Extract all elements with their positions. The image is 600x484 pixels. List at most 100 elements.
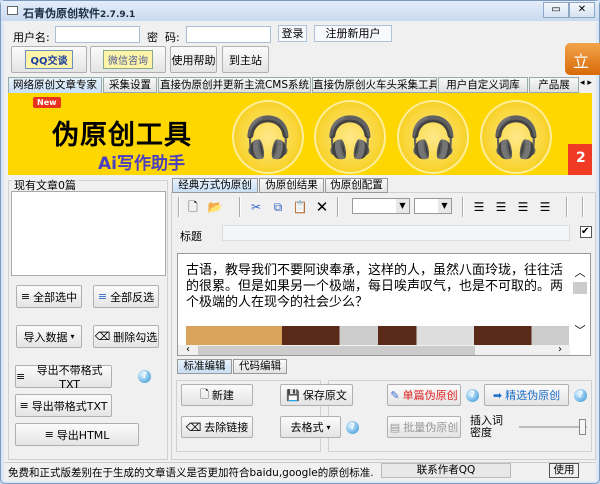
new-badge: New	[33, 97, 61, 108]
pen-icon: ✎	[390, 388, 400, 402]
copy-icon[interactable]: ⧉	[270, 199, 286, 215]
select-all-label: 全部选中	[33, 290, 78, 304]
remove-links-label: 去除链接	[204, 421, 249, 434]
tab-custom-dict[interactable]: 用户自定义词库	[438, 77, 528, 93]
tab-code-edit[interactable]: 代码编辑	[233, 359, 287, 374]
select-all-button[interactable]: ≡ 全部选中	[16, 285, 82, 308]
dropdown-arrow-icon: ▾	[70, 332, 75, 341]
align-left-icon[interactable]: ☰	[493, 199, 509, 215]
qq-chat-button[interactable]: QQ交谈	[11, 46, 87, 73]
scroll-thumb[interactable]	[573, 282, 587, 294]
scroll-down-icon[interactable]: ﹀	[569, 322, 590, 338]
scroll-left-icon[interactable]: ‹	[186, 344, 190, 355]
paste-icon[interactable]: 📋	[292, 199, 308, 215]
article-list[interactable]	[11, 191, 166, 276]
title-input[interactable]	[222, 225, 570, 241]
invert-icon: ≡	[97, 290, 108, 303]
selected-rewrite-button[interactable]: ➡ 精选伪原创	[484, 384, 569, 406]
register-button[interactable]: 注册新用户	[314, 25, 392, 42]
password-input[interactable]	[186, 26, 271, 43]
headphones-icon: 🎧	[480, 100, 552, 174]
single-rewrite-button[interactable]: ✎ 单篇伪原创	[387, 384, 461, 406]
promo-button[interactable]: 立	[565, 43, 600, 75]
username-input[interactable]	[55, 26, 140, 43]
save-label: 保存原文	[302, 389, 347, 402]
slider-thumb[interactable]	[579, 419, 586, 435]
align-right-icon[interactable]: ☰	[537, 199, 553, 215]
banner-ad[interactable]: New 伪原创工具 Ai写作助手 🎧 🎧 🎧 🎧 2	[8, 93, 592, 175]
tab-collect-settings[interactable]: 采集设置	[103, 77, 157, 93]
open-folder-icon[interactable]: 📂	[207, 199, 223, 215]
tab-locomotive[interactable]: 直接伪原创火车头采集工具	[312, 77, 437, 93]
title-checkbox[interactable]: ✔	[580, 226, 592, 238]
eraser-icon: ⌫	[185, 420, 202, 434]
system-menu-icon[interactable]	[7, 6, 18, 15]
version: 2.7.9.1	[100, 10, 136, 20]
tab-scroll-arrows-icon[interactable]: ◂ ▸	[580, 78, 592, 88]
import-data-button[interactable]: 导入数据 ▾	[16, 325, 82, 348]
export-icon: ≡	[19, 399, 29, 412]
export-fmt-label: 导出带格式TXT	[31, 399, 108, 413]
status-message: 免费和正式版差别在于生成的文章语义是否更加符合baidu,google的原创标准…	[8, 467, 374, 479]
chevron-down-icon: ▼	[438, 199, 451, 213]
remove-format-label: 去格式	[290, 421, 324, 434]
close-button[interactable]: ✕	[569, 2, 595, 18]
tab-cms[interactable]: 直接伪原创并更新主流CMS系统	[158, 77, 311, 93]
invert-label: 全部反选	[110, 290, 155, 304]
help-tip-icon[interactable]: ?	[574, 389, 587, 402]
remove-format-button[interactable]: 去格式 ▾	[280, 416, 341, 438]
help-tip-icon[interactable]: ?	[466, 389, 479, 402]
window-title: 石青伪原创软件2.7.9.1	[23, 5, 135, 21]
save-original-button[interactable]: 💾 保存原文	[280, 384, 353, 406]
vertical-scrollbar[interactable]: ︿ ﹀	[569, 254, 590, 347]
chevron-down-icon: ▼	[396, 199, 409, 213]
align-center-icon[interactable]: ☰	[515, 199, 531, 215]
tab-classic[interactable]: 经典方式伪原创	[172, 178, 258, 193]
cut-icon[interactable]: ✂	[248, 199, 264, 215]
app-name: 石青伪原创软件	[23, 7, 100, 20]
batch-label: 批量伪原创	[403, 421, 459, 434]
scroll-right-icon[interactable]: ›	[558, 344, 562, 355]
tab-config[interactable]: 伪原创配置	[325, 178, 388, 193]
export-html-button[interactable]: ≡ 导出HTML	[15, 423, 139, 446]
rich-editor[interactable]: 古语，教导我们不要阿谀奉承，这样的人，虽然八面玲珑，往往活的很累。但是如果另一个…	[177, 253, 591, 356]
wechat-button[interactable]: 微信咨询	[90, 46, 166, 73]
arrow-right-icon: ➡	[492, 388, 503, 402]
invert-selection-button[interactable]: ≡ 全部反选	[93, 285, 159, 308]
remove-links-button[interactable]: ⌫ 去除链接	[181, 416, 253, 438]
horizontal-scrollbar[interactable]: ‹ ›	[178, 344, 570, 355]
density-slider[interactable]	[517, 419, 589, 435]
tab-standard-edit[interactable]: 标准编辑	[177, 359, 232, 374]
help-tip-icon[interactable]: ?	[346, 421, 359, 434]
font-family-select[interactable]: ▼	[352, 198, 410, 214]
title-label: 标题	[180, 230, 202, 243]
contact-author-button[interactable]: 联系作者QQ	[381, 463, 511, 478]
delete-icon[interactable]: ✕	[314, 199, 330, 215]
new-doc-icon: 🗋	[200, 387, 209, 401]
minimize-button[interactable]: ▭	[543, 2, 569, 18]
delete-checked-button[interactable]: ⌫ 删除勾选	[93, 325, 159, 348]
help-tip-icon[interactable]: ?	[138, 370, 151, 383]
home-site-button[interactable]: 到主站	[222, 46, 269, 73]
new-doc-icon[interactable]: 🗋	[185, 199, 201, 215]
banner-side-label: 2	[568, 144, 592, 175]
tab-result[interactable]: 伪原创结果	[259, 178, 324, 193]
new-button[interactable]: 🗋 新建	[181, 384, 253, 406]
font-size-select[interactable]: ▼	[414, 198, 452, 214]
scroll-up-icon[interactable]: ︿	[569, 264, 590, 280]
help-button[interactable]: 使用帮助	[170, 46, 217, 73]
title-bar: 石青伪原创软件2.7.9.1 ▭ ✕	[1, 1, 599, 21]
username-label: 用户名:	[13, 31, 50, 44]
tab-products[interactable]: 产品展	[529, 77, 579, 93]
export-formatted-txt-button[interactable]: ≡ 导出带格式TXT	[15, 394, 112, 417]
h-scroll-thumb[interactable]	[198, 346, 475, 355]
export-icon: ≡	[16, 370, 26, 383]
login-button[interactable]: 登录	[278, 25, 307, 42]
usage-button[interactable]: 使用	[549, 463, 579, 478]
banner-title: 伪原创工具	[52, 120, 192, 151]
export-plain-txt-button[interactable]: ≡ 导出不带格式TXT	[15, 364, 112, 391]
selected-label: 精选伪原创	[505, 389, 561, 402]
justify-icon[interactable]: ☰	[471, 199, 487, 215]
export-plain-label: 导出不带格式TXT	[36, 364, 103, 391]
tab-network-original[interactable]: 网络原创文章专家	[8, 77, 102, 93]
